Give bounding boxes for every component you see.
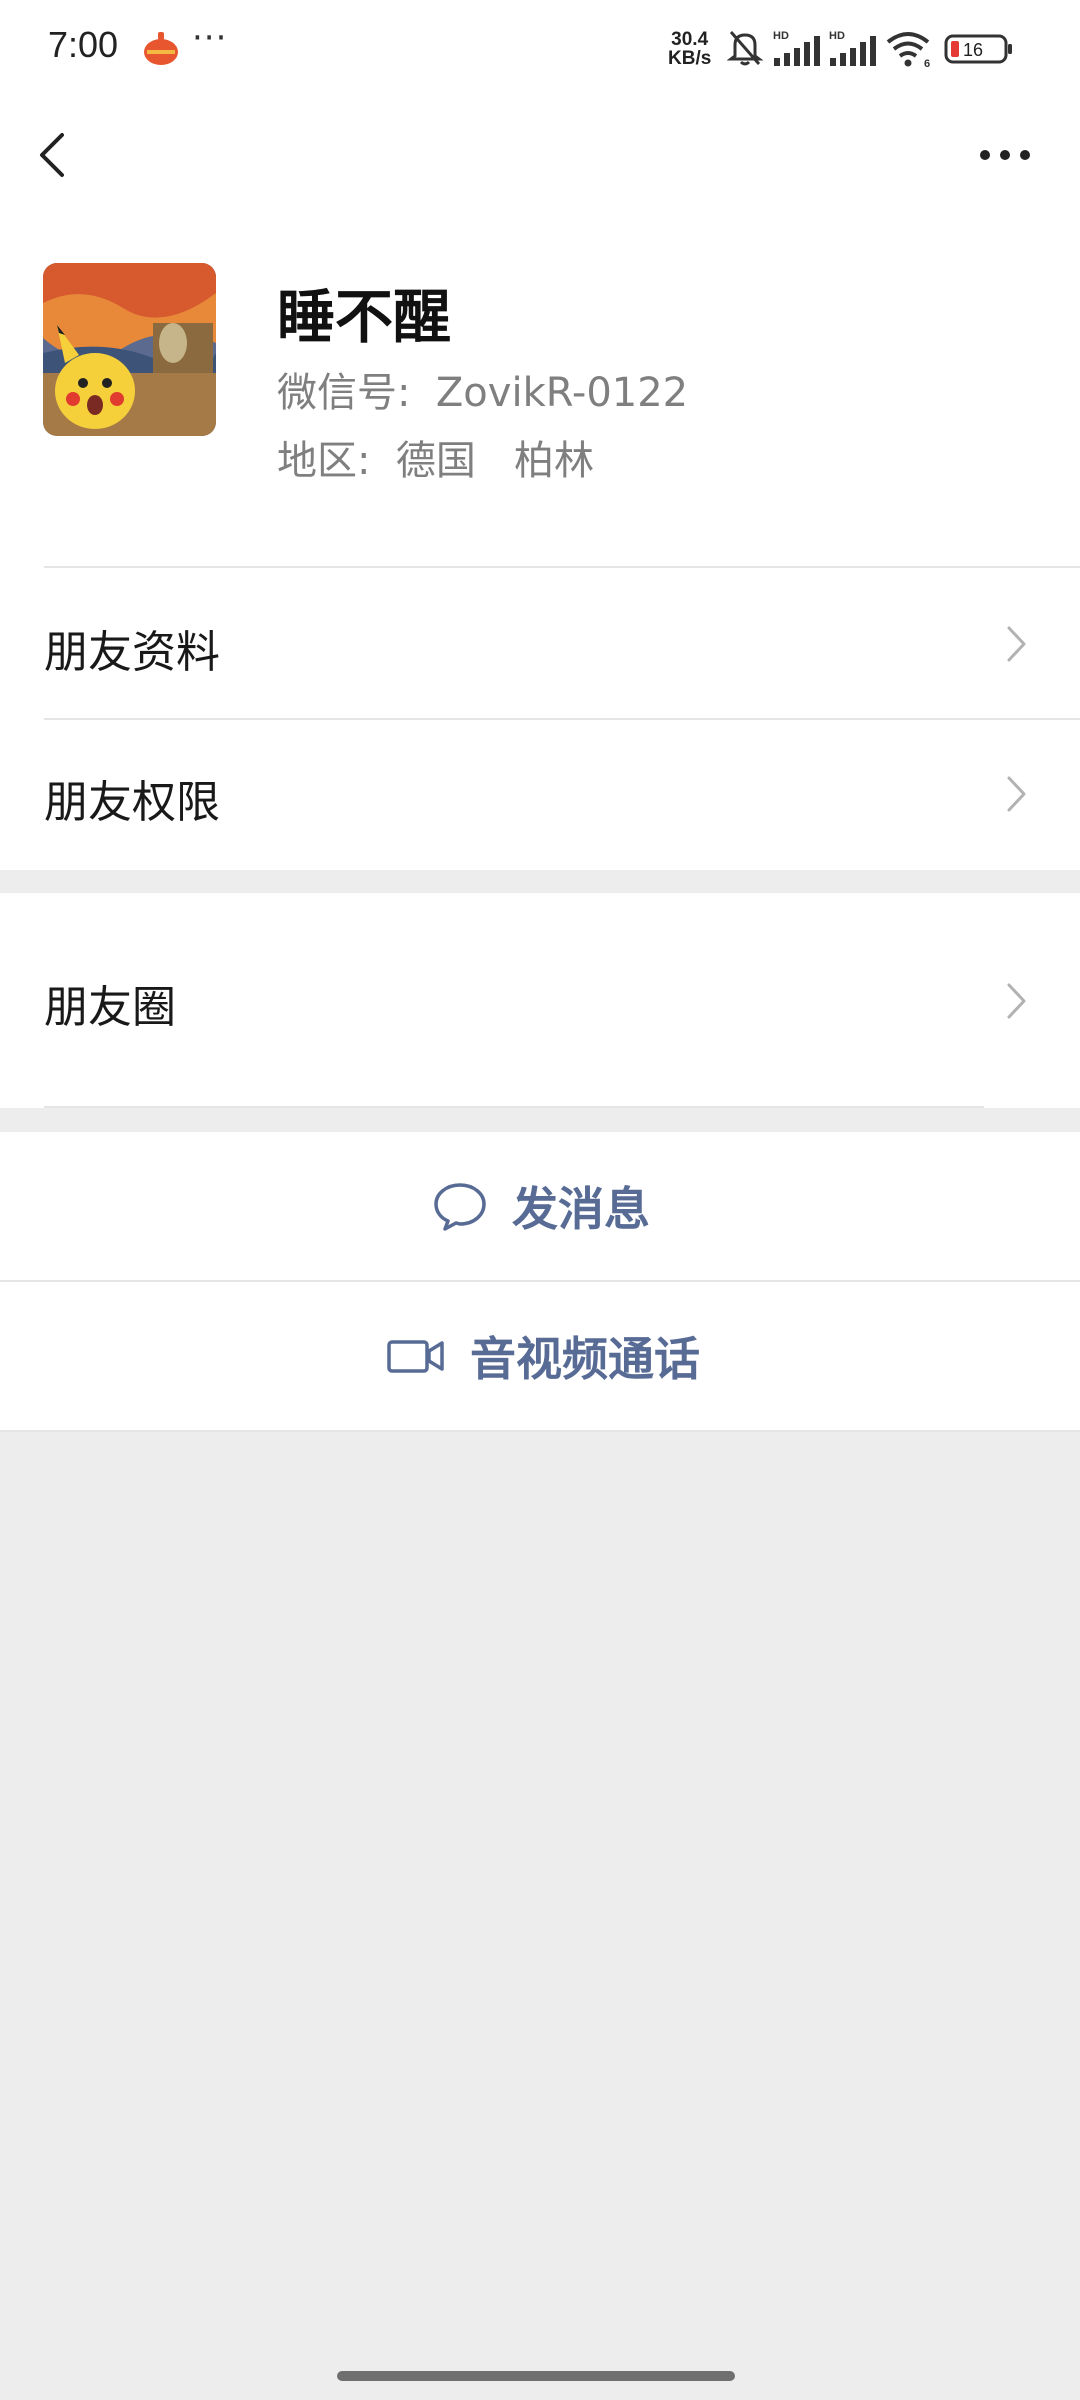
status-more-icon: ···	[192, 18, 228, 58]
chat-bubble-icon	[434, 1183, 486, 1231]
network-speed: 30.4 KB/s	[668, 29, 712, 69]
chevron-right-icon	[1007, 626, 1026, 662]
friend-info-row[interactable]: 朋友资料	[0, 568, 1080, 718]
avatar[interactable]	[43, 263, 216, 436]
wechat-id[interactable]: 微信号: ZovikR-0122	[277, 360, 688, 418]
av-call-label: 音视频通话	[470, 1332, 700, 1386]
av-call-button[interactable]: 音视频通话	[0, 1282, 1080, 1430]
more-options-button[interactable]	[975, 135, 1035, 175]
app-notification-icon	[144, 32, 178, 65]
svg-text:HD: HD	[773, 30, 789, 42]
signal-icon: HD	[773, 30, 820, 66]
status-time: 7:00	[48, 24, 119, 65]
status-bar: 7:00 ··· 30.4 KB/s HD HD 6 16	[0, 0, 1080, 100]
video-camera-icon	[387, 1340, 444, 1373]
send-message-button[interactable]: 发消息	[0, 1132, 1080, 1280]
home-indicator[interactable]	[337, 2371, 735, 2381]
signal-icon: HD	[829, 30, 876, 66]
battery-icon: 16	[944, 34, 1012, 64]
region: 地区: 德国 柏林	[277, 438, 595, 484]
moments-label: 朋友圈	[44, 982, 176, 1033]
svg-text:HD: HD	[829, 30, 845, 42]
friend-info-label: 朋友资料	[44, 627, 220, 678]
back-button[interactable]	[30, 120, 80, 190]
chevron-right-icon	[1007, 983, 1026, 1019]
divider	[0, 1430, 1080, 1432]
profile-name: 睡不醒	[277, 283, 452, 351]
svg-text:16: 16	[963, 40, 983, 60]
friend-permissions-label: 朋友权限	[44, 777, 220, 828]
moments-row[interactable]: 朋友圈	[0, 893, 1080, 1108]
svg-text:6: 6	[924, 58, 930, 68]
bell-muted-icon	[727, 31, 763, 66]
friend-permissions-row[interactable]: 朋友权限	[0, 720, 1080, 870]
send-message-label: 发消息	[512, 1182, 650, 1236]
wifi-icon: 6	[886, 32, 930, 68]
section-gap	[0, 870, 1080, 893]
chevron-right-icon	[1007, 776, 1026, 812]
section-gap	[0, 1108, 1080, 1132]
